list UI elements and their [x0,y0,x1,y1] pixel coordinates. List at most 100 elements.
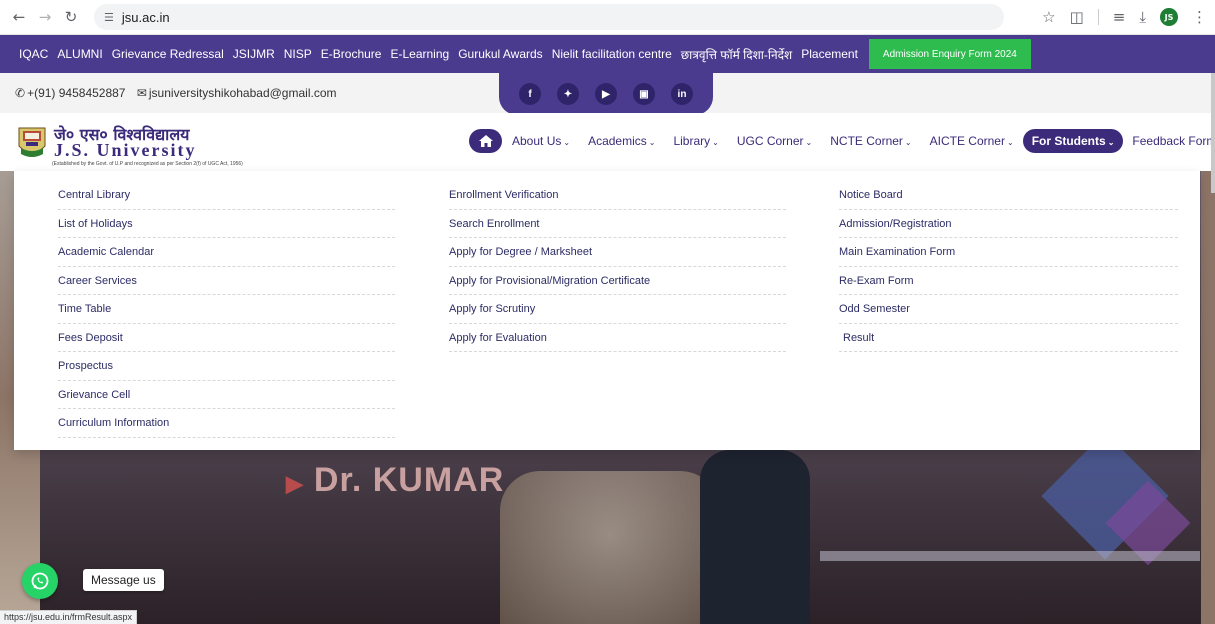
hero-rail [820,551,1200,561]
hero-person [700,450,810,624]
menu-main-examination-form[interactable]: Main Examination Form [839,238,1178,267]
extensions-icon[interactable]: ◫ [1070,8,1084,26]
toplink-jsijmr[interactable]: JSIJMR [233,47,275,61]
menu-column-1: Central Library List of Holidays Academi… [58,181,395,438]
facebook-icon[interactable]: f [519,83,541,105]
menu-apply-provisional-migration[interactable]: Apply for Provisional/Migration Certific… [449,267,786,295]
page-scrollbar[interactable] [1211,73,1215,193]
menu-list-of-holidays[interactable]: List of Holidays [58,210,395,238]
main-header: जे० एस० विश्वविद्यालय J.S. University (E… [0,113,1215,171]
nav-for-students[interactable]: For Students ⌄ [1022,129,1124,153]
chevron-down-icon: ⌄ [1006,138,1014,147]
menu-central-library[interactable]: Central Library [58,181,395,210]
reload-icon[interactable]: ↻ [60,6,82,28]
toplink-nisp[interactable]: NISP [284,47,312,61]
social-links: f ✦ ▶ ▣ in [499,73,713,115]
address-bar[interactable]: ☰ jsu.ac.in [94,4,1004,30]
top-link-bar: IQAC ALUMNI Grievance Redressal JSIJMR N… [0,35,1215,73]
menu-odd-semester[interactable]: Odd Semester [839,295,1178,324]
whatsapp-message-label[interactable]: Message us [83,569,164,591]
phone-icon: ✆ [15,86,26,100]
chevron-down-icon: ⌄ [712,138,719,147]
menu-apply-scrutiny[interactable]: Apply for Scrutiny [449,295,786,324]
toplink-alumni[interactable]: ALUMNI [57,47,102,61]
youtube-icon[interactable]: ▶ [595,83,617,105]
logo-subtitle: (Established by the Govt. of U.P and rec… [52,161,243,167]
nav-academics[interactable]: Academics ⌄ [588,134,655,148]
whatsapp-icon [31,572,49,590]
menu-academic-calendar[interactable]: Academic Calendar [58,238,395,267]
nav-label: Academics [588,134,647,148]
bookmark-star-icon[interactable]: ☆ [1042,8,1055,26]
chevron-down-icon: ⌄ [904,138,912,147]
menu-apply-degree-marksheet[interactable]: Apply for Degree / Marksheet [449,238,786,267]
address-url[interactable]: jsu.ac.in [122,10,170,25]
toplink-scholarship[interactable]: छात्रवृत्ति फॉर्म दिशा-निर्देश [681,46,792,63]
instagram-icon[interactable]: ▣ [633,83,655,105]
hero-right-strip [1201,171,1215,624]
menu-re-exam-form[interactable]: Re-Exam Form [839,267,1178,295]
toolbar-separator [1097,9,1099,25]
nav-label: UGC Corner [736,134,804,148]
play-icon: ▶ [286,471,304,496]
nav-ugc-corner[interactable]: UGC Corner ⌄ [737,134,812,148]
browser-actions: ☆ ◫ ≡ ⤓ JS ⋮ [1042,4,1207,30]
menu-notice-board[interactable]: Notice Board [839,181,1178,210]
download-icon[interactable]: ⤓ [1139,8,1146,26]
menu-enrollment-verification[interactable]: Enrollment Verification [449,181,786,210]
nav-about-us[interactable]: About Us ⌄ [512,134,570,148]
menu-prospectus[interactable]: Prospectus [58,352,395,381]
nav-label: For Students [1031,134,1106,148]
menu-result[interactable]: Result [839,324,1178,352]
reading-list-icon[interactable]: ≡ [1113,8,1126,26]
toplink-ebrochure[interactable]: E-Brochure [321,47,382,61]
mail-icon: ✉ [136,86,147,100]
logo-english-name[interactable]: J.S. University [54,140,197,161]
menu-grievance-cell[interactable]: Grievance Cell [58,381,395,409]
contact-email[interactable]: jsuniversityshikohabad@gmail.com [149,86,337,100]
chevron-down-icon: ⌄ [1107,138,1115,147]
nav-library[interactable]: Library ⌄ [673,134,718,148]
menu-search-enrollment[interactable]: Search Enrollment [449,210,786,238]
contact-phone[interactable]: +(91) 9458452887 [27,86,125,100]
toplink-iqac[interactable]: IQAC [19,47,48,61]
whatsapp-button[interactable] [22,563,58,599]
toplink-nielit[interactable]: Nielit facilitation centre [552,47,672,61]
menu-curriculum-information[interactable]: Curriculum Information [58,409,395,438]
kebab-menu-icon[interactable]: ⋮ [1192,8,1207,26]
menu-time-table[interactable]: Time Table [58,295,395,324]
site-settings-icon[interactable]: ☰ [104,11,114,24]
toplink-gurukul-awards[interactable]: Gurukul Awards [458,47,543,61]
contact-info: ✆ +(91) 9458452887 ✉ jsuniversityshikohaba… [15,86,344,100]
toplink-elearning[interactable]: E-Learning [390,47,449,61]
back-icon[interactable]: ← [8,6,30,28]
nav-label: NCTE Corner [830,134,903,148]
menu-fees-deposit[interactable]: Fees Deposit [58,324,395,352]
nav-aicte-corner[interactable]: AICTE Corner ⌄ [930,134,1014,148]
home-icon [478,135,493,147]
for-students-dropdown: Central Library List of Holidays Academi… [14,171,1200,450]
admission-enquiry-button[interactable]: Admission Enquiry Form 2024 [868,39,1031,69]
toplink-placement[interactable]: Placement [801,47,858,61]
menu-apply-evaluation[interactable]: Apply for Evaluation [449,324,786,352]
nav-feedback-form[interactable]: Feedback Form⌄ [1132,134,1215,148]
nav-label: Library [673,134,711,148]
profile-avatar[interactable]: JS [1160,8,1178,26]
nav-ncte-corner[interactable]: NCTE Corner ⌄ [830,134,911,148]
home-button[interactable] [469,129,502,153]
menu-career-services[interactable]: Career Services [58,267,395,295]
nav-label: Feedback Form [1132,134,1215,148]
nav-label: AICTE Corner [929,134,1005,148]
linkedin-icon[interactable]: in [671,83,693,105]
menu-admission-registration[interactable]: Admission/Registration [839,210,1178,238]
chevron-down-icon: ⌄ [648,138,656,147]
university-emblem-icon[interactable] [16,124,48,162]
twitter-icon[interactable]: ✦ [557,83,579,105]
toplink-grievance[interactable]: Grievance Redressal [112,47,224,61]
forward-icon[interactable]: → [34,6,56,28]
main-nav: About Us ⌄ Academics ⌄ Library ⌄ UGC Corner… [512,129,1215,153]
chevron-down-icon: ⌄ [563,138,571,147]
chevron-down-icon: ⌄ [805,138,813,147]
browser-toolbar: ← → ↻ ☰ jsu.ac.in ☆ ◫ ≡ ⤓ JS ⋮ [0,0,1215,35]
hero-banner-label: Dr. KUMAR [313,461,505,499]
